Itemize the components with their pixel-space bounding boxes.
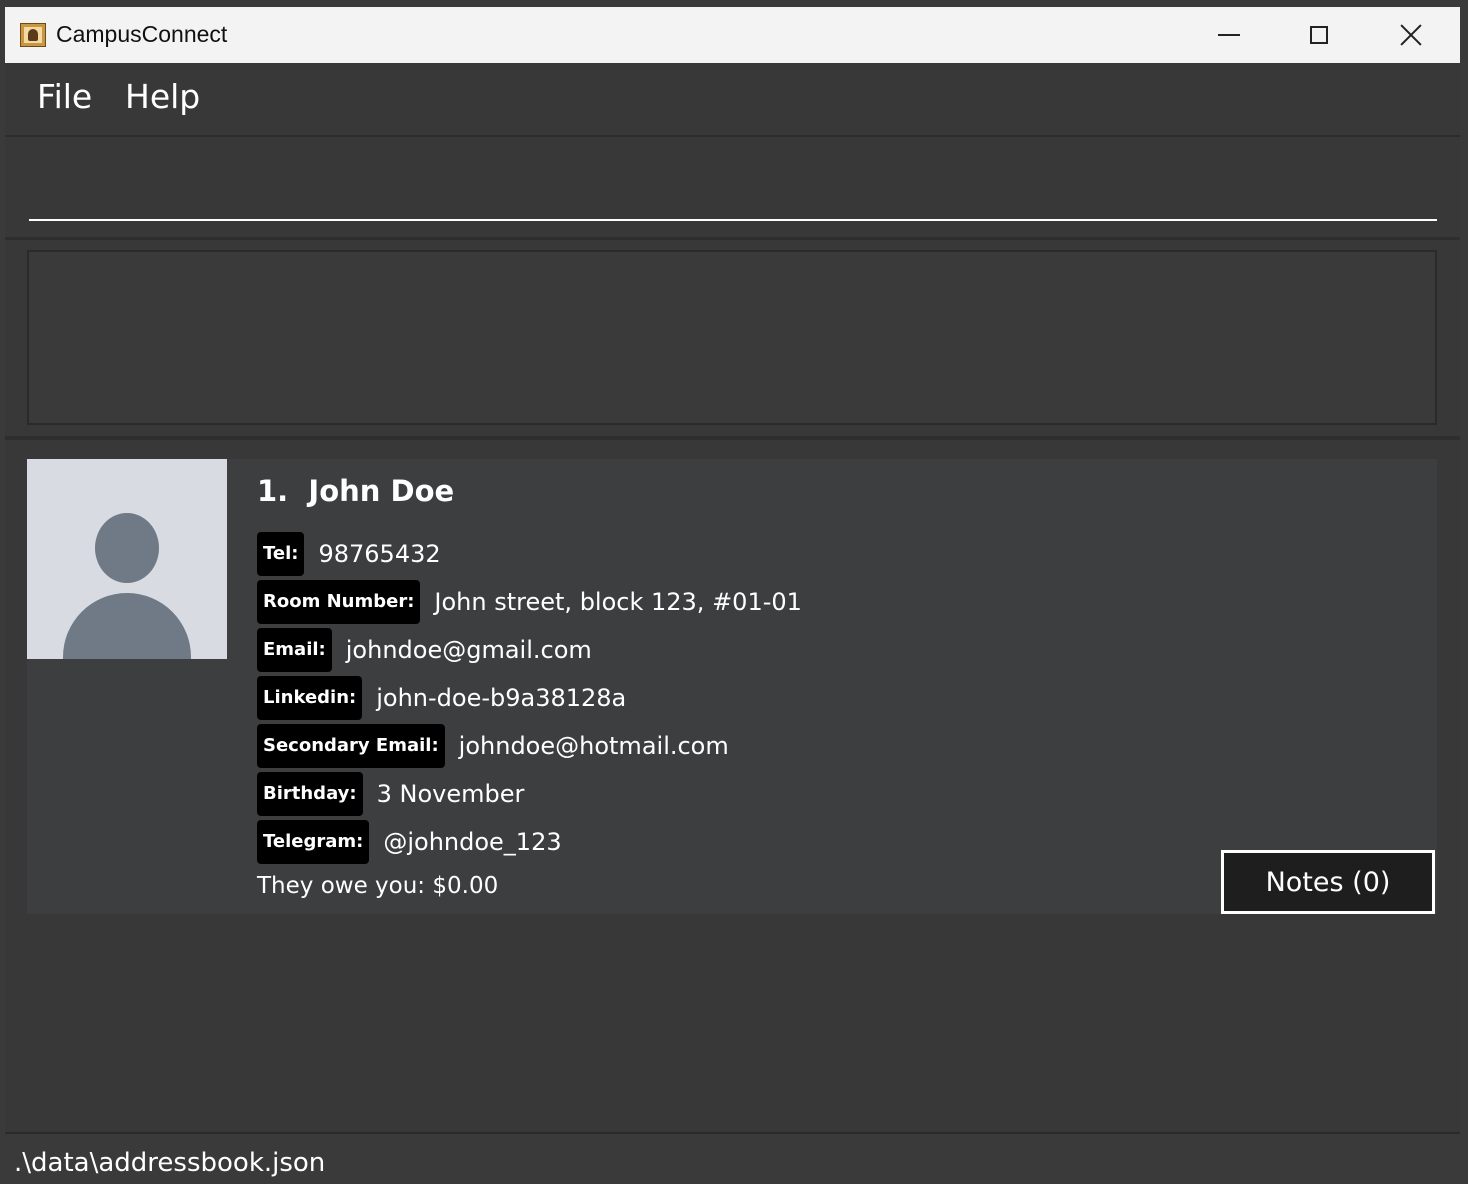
field-secondary-email: Secondary Email: johndoe@hotmail.com: [257, 723, 729, 769]
field-tel: Tel: 98765432: [257, 531, 441, 577]
command-input[interactable]: [29, 157, 1437, 221]
owe-amount: They owe you: $0.00: [257, 873, 499, 899]
linkedin-label: Linkedin:: [257, 676, 363, 720]
telegram-value: @johndoe_123: [383, 828, 562, 856]
app-window: CampusConnect File Help 1. John Doe Tel:…: [5, 7, 1460, 1184]
command-box-pane: [5, 137, 1460, 240]
email-label: Email:: [257, 628, 332, 672]
result-display[interactable]: [27, 250, 1437, 425]
field-birthday: Birthday: 3 November: [257, 771, 524, 817]
menu-file[interactable]: File: [37, 77, 92, 116]
maximize-icon: [1310, 26, 1328, 44]
minimize-button[interactable]: [1183, 7, 1275, 63]
person-name-text: John Doe: [308, 474, 455, 508]
window-title: CampusConnect: [56, 21, 228, 47]
room-number-label: Room Number:: [257, 580, 421, 624]
menu-help[interactable]: Help: [125, 77, 200, 116]
room-number-value: John street, block 123, #01-01: [434, 588, 802, 616]
tel-label: Tel:: [257, 532, 305, 576]
person-card[interactable]: 1. John Doe Tel: 98765432 Room Number: J…: [27, 459, 1437, 914]
telegram-label: Telegram:: [257, 820, 370, 864]
address-book-icon: [20, 23, 46, 47]
default-avatar-icon: [27, 459, 227, 659]
person-name: 1. John Doe: [257, 474, 454, 508]
field-email: Email: johndoe@gmail.com: [257, 627, 592, 673]
person-index: 1.: [257, 474, 289, 508]
minimize-icon: [1218, 34, 1240, 36]
field-linkedin: Linkedin: john-doe-b9a38128a: [257, 675, 626, 721]
maximize-button[interactable]: [1273, 7, 1365, 63]
linkedin-value: john-doe-b9a38128a: [376, 684, 627, 712]
field-room-number: Room Number: John street, block 123, #01…: [257, 579, 802, 625]
field-telegram: Telegram: @johndoe_123: [257, 819, 562, 865]
secondary-email-value: johndoe@hotmail.com: [458, 732, 729, 760]
tel-value: 98765432: [318, 540, 441, 568]
save-file-path: .\data\addressbook.json: [14, 1148, 326, 1178]
person-list: 1. John Doe Tel: 98765432 Room Number: J…: [5, 440, 1460, 1132]
menu-bar: File Help: [5, 63, 1460, 137]
status-bar: .\data\addressbook.json: [5, 1132, 1460, 1184]
avatar-head: [95, 513, 159, 583]
birthday-label: Birthday:: [257, 772, 363, 816]
title-bar[interactable]: CampusConnect: [5, 7, 1460, 63]
email-value: johndoe@gmail.com: [345, 636, 592, 664]
secondary-email-label: Secondary Email:: [257, 724, 445, 768]
result-display-pane: [5, 240, 1460, 440]
notes-button[interactable]: Notes (0): [1221, 850, 1435, 914]
close-icon: [1399, 23, 1423, 47]
close-button[interactable]: [1365, 7, 1457, 63]
birthday-value: 3 November: [376, 780, 525, 808]
avatar-body: [63, 593, 191, 659]
